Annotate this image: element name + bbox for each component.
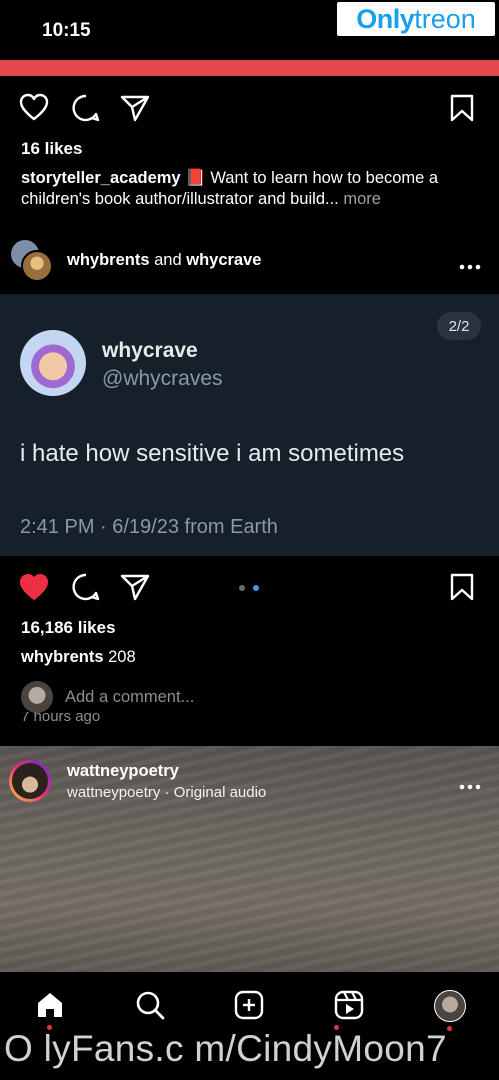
profile-notification-dot: [447, 1026, 452, 1031]
footer-watermark: O lyFans.c m/CindyMoon7: [4, 1028, 447, 1069]
post-time-ago: 7 hours ago: [21, 712, 101, 725]
story-ring[interactable]: [9, 760, 51, 802]
create-post-icon[interactable]: [234, 990, 264, 1025]
more-link[interactable]: more: [343, 190, 381, 208]
reel-username[interactable]: wattneypoetry: [67, 762, 179, 781]
add-comment-input[interactable]: Add a comment...: [65, 688, 194, 707]
comment-username[interactable]: whybrents: [21, 648, 104, 666]
more-options-icon[interactable]: [459, 777, 481, 795]
caption-username[interactable]: storyteller_academy: [21, 169, 181, 187]
comment-preview[interactable]: whybrents 208: [21, 648, 136, 667]
post-header-users[interactable]: whybrents and whycrave: [67, 251, 261, 270]
tweet-avatar: [20, 330, 86, 396]
carousel-dots: [238, 579, 262, 597]
header-user-2[interactable]: whycrave: [186, 251, 261, 269]
watermark-logo-part2: treon: [414, 3, 476, 34]
profile-avatar[interactable]: [434, 990, 466, 1022]
more-options-icon[interactable]: [459, 257, 481, 275]
previous-post-media[interactable]: [0, 60, 499, 76]
bookmark-icon[interactable]: [450, 573, 474, 606]
reels-icon[interactable]: [334, 990, 364, 1025]
comment-icon[interactable]: [71, 572, 101, 607]
home-icon[interactable]: [35, 990, 65, 1025]
like-heart-icon[interactable]: [19, 93, 49, 126]
header-user-1[interactable]: whybrents: [67, 251, 150, 269]
user-avatar: [21, 681, 53, 713]
post-media-tweet-screenshot[interactable]: 2/2 whycrave @whycraves i hate how sensi…: [0, 294, 499, 556]
bookmark-icon[interactable]: [450, 94, 474, 127]
avatar: [21, 250, 53, 282]
avatar: [12, 763, 48, 799]
likes-count[interactable]: 16 likes: [21, 139, 82, 159]
comment-icon[interactable]: [71, 93, 101, 128]
likes-count[interactable]: 16,186 likes: [21, 618, 116, 638]
collab-avatars[interactable]: [9, 238, 53, 282]
watermark-logo: Only treon: [337, 2, 495, 36]
tweet-display-name: whycrave: [102, 339, 198, 362]
liked-heart-icon[interactable]: [19, 573, 49, 606]
search-icon[interactable]: [135, 990, 165, 1025]
watermark-logo-part1: Only: [356, 3, 415, 34]
comment-text: 208: [108, 648, 136, 666]
tweet-text: i hate how sensitive i am sometimes: [20, 440, 405, 467]
post-caption: storyteller_academy 📕 Want to learn how …: [21, 168, 483, 210]
tweet-meta: 2:41 PM · 6/19/23 from Earth: [20, 516, 278, 538]
header-and: and: [154, 251, 182, 269]
status-time: 10:15: [42, 20, 91, 41]
time-ago-clip: 7 hours ago: [21, 712, 221, 726]
share-send-icon[interactable]: [120, 94, 150, 127]
tweet-handle: @whycraves: [102, 367, 223, 390]
share-send-icon[interactable]: [120, 573, 150, 606]
book-emoji-icon: 📕: [185, 169, 206, 187]
reel-audio[interactable]: wattneypoetry · Original audio: [67, 784, 266, 801]
carousel-page-indicator: 2/2: [437, 312, 481, 340]
